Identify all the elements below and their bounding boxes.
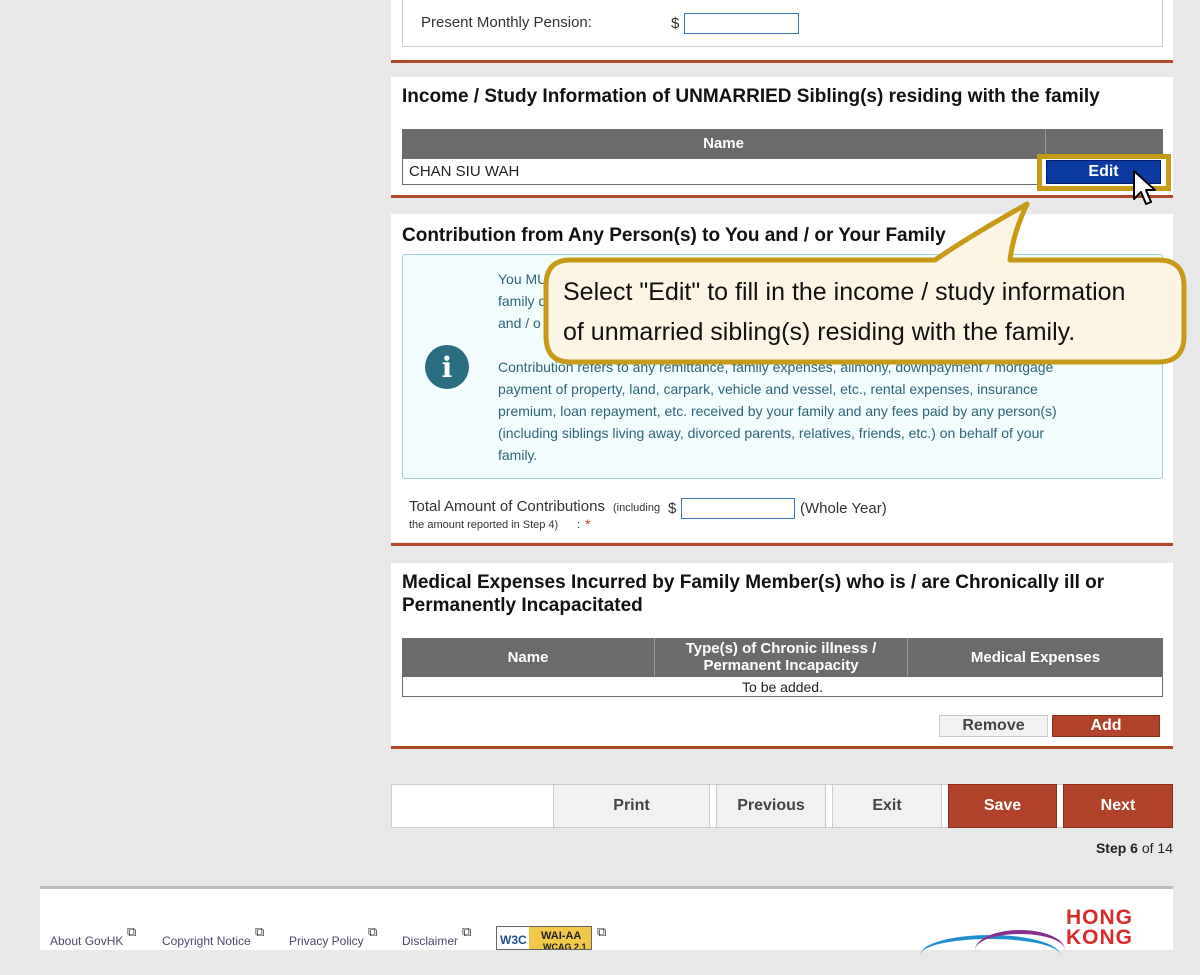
callout-text: Select "Edit" to fill in the income / st… [563, 272, 1175, 352]
callout-line2: of unmarried sibling(s) residing with th… [563, 318, 1076, 346]
medical-header-type-line2: Permanent Incapacity [703, 657, 859, 674]
section-divider [391, 60, 1173, 63]
medical-title-line1: Medical Expenses Incurred by Family Memb… [402, 572, 1105, 593]
info-line: payment of property, land, carpark, vehi… [498, 381, 1038, 397]
brand-swirl-2 [975, 930, 1065, 970]
exit-button[interactable]: Exit [832, 784, 942, 828]
footer-link-copyright[interactable]: Copyright Notice [162, 934, 251, 948]
info-line: family. [498, 447, 538, 463]
add-button[interactable]: Add [1052, 715, 1160, 737]
medical-header-expenses: Medical Expenses [908, 638, 1163, 676]
w3c-logo: W3C [500, 933, 527, 947]
wcag-badge[interactable]: W3C WAI-AA WCAG 2.1 [496, 926, 592, 950]
info-icon: i [425, 345, 469, 389]
medical-header-name: Name [402, 638, 655, 676]
step-prefix: Step [1095, 840, 1127, 856]
contribution-currency: $ [668, 500, 677, 517]
pension-input[interactable] [684, 13, 799, 34]
wcag-label: WCAG 2.1 [543, 942, 587, 950]
contribution-note-a: (including [613, 502, 661, 514]
step-current: 6 [1130, 840, 1138, 856]
footer-link-about[interactable]: About GovHK [50, 934, 123, 948]
medical-header-type-line1: Type(s) of Chronic illness / [685, 640, 877, 657]
contribution-input[interactable] [681, 498, 795, 519]
table-row: To be added. [402, 676, 1163, 697]
wai-label: WAI-AA [541, 930, 582, 942]
footer-link-disclaimer[interactable]: Disclaimer [402, 934, 458, 948]
info-line: (including siblings living away, divorce… [498, 425, 1045, 441]
external-link-icon: ⧉ [462, 924, 472, 939]
siblings-header-name: Name [402, 129, 1046, 158]
contribution-note-b: the amount reported in Step 4) [409, 519, 559, 531]
next-button[interactable]: Next [1063, 784, 1173, 828]
print-button[interactable]: Print [553, 784, 710, 828]
cursor-icon [1133, 170, 1156, 205]
section-divider [391, 543, 1173, 546]
step-total: of 14 [1141, 840, 1173, 856]
medical-header-type: Type(s) of Chronic illness / Permanent I… [655, 638, 908, 676]
callout-line1: Select "Edit" to fill in the income / st… [563, 278, 1126, 306]
brand-logo-line2: KONG [1066, 926, 1133, 949]
info-line: premium, loan repayment, etc. received b… [498, 403, 1057, 419]
external-link-icon: ⧉ [255, 924, 265, 939]
brand-logo-line1: HONG [1066, 906, 1133, 929]
external-link-icon: ⧉ [127, 924, 137, 939]
pension-currency: $ [671, 15, 680, 32]
remove-button[interactable]: Remove [939, 715, 1048, 737]
medical-title-line2: Permanently Incapacitated [402, 595, 643, 616]
pension-label: Present Monthly Pension: [421, 14, 592, 31]
step-indicator: Step 6 of 14 [1060, 840, 1173, 856]
contribution-period: (Whole Year) [800, 500, 887, 517]
siblings-title: Income / Study Information of UNMARRIED … [402, 86, 1100, 107]
sibling-name: CHAN SIU WAH [409, 163, 520, 180]
previous-button[interactable]: Previous [716, 784, 826, 828]
required-mark: * [585, 516, 591, 532]
section-divider [391, 746, 1173, 749]
contribution-colon: : [577, 519, 581, 531]
contribution-total-label: Total Amount of Contributions [409, 498, 605, 515]
external-link-icon: ⧉ [597, 924, 607, 939]
save-button[interactable]: Save [948, 784, 1057, 828]
footer-link-privacy[interactable]: Privacy Policy [289, 934, 364, 948]
external-link-icon: ⧉ [368, 924, 378, 939]
empty-row-text: To be added. [742, 678, 823, 695]
